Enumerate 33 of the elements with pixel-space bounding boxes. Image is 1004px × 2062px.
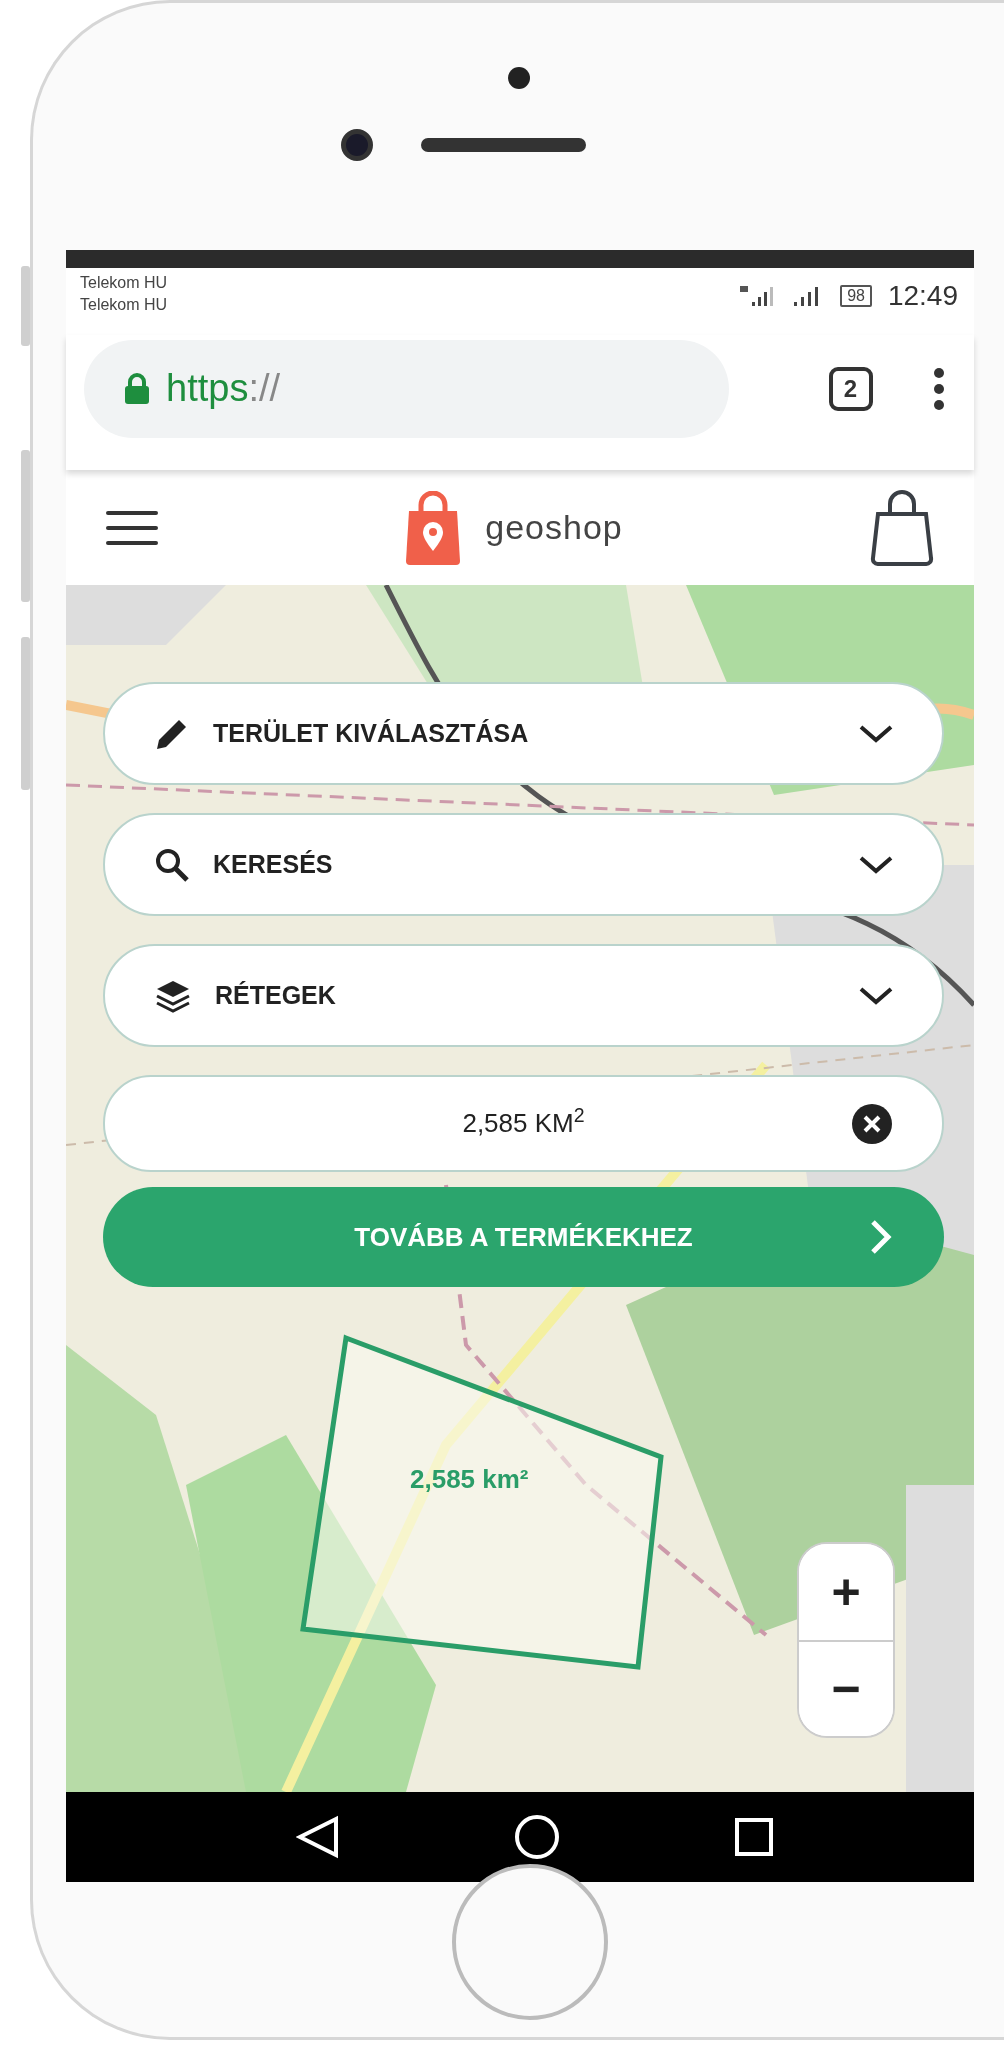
home-icon[interactable] bbox=[514, 1814, 560, 1860]
panel-label: KERESÉS bbox=[213, 848, 334, 880]
url-scheme: https bbox=[166, 367, 249, 409]
panel-label: RÉTEGEK bbox=[215, 979, 337, 1011]
recent-apps-icon[interactable] bbox=[734, 1817, 774, 1857]
clear-button[interactable] bbox=[852, 1103, 892, 1144]
carrier-name: Telekom HU bbox=[80, 273, 168, 293]
phone-sensor bbox=[507, 67, 530, 89]
phone-camera bbox=[341, 129, 373, 161]
area-label: 2,585 km² bbox=[410, 1463, 529, 1496]
dropdown-panel[interactable]: KERESÉS bbox=[103, 813, 944, 916]
search-icon bbox=[155, 847, 189, 882]
lock-icon bbox=[124, 372, 150, 405]
zoom-out-button[interactable]: − bbox=[799, 1640, 893, 1736]
dropdown-panel[interactable]: TERÜLET KIVÁLASZTÁSA bbox=[103, 682, 944, 785]
menu-icon[interactable] bbox=[106, 509, 158, 546]
back-icon[interactable] bbox=[296, 1815, 340, 1859]
layers-icon bbox=[155, 978, 191, 1013]
status-time: 12:49 bbox=[887, 278, 958, 313]
panel-label: TERÜLET KIVÁLASZTÁSA bbox=[213, 717, 530, 749]
logo-bag-pin-icon bbox=[405, 490, 462, 565]
more-menu-icon[interactable] bbox=[932, 366, 946, 411]
area-value: 2,585 KM$^{2}$ bbox=[462, 1104, 585, 1140]
carrier-name: Telekom HU bbox=[80, 295, 168, 315]
chevron-right-icon bbox=[870, 1219, 892, 1255]
brand-name: geoshop bbox=[485, 507, 623, 548]
shopping-bag-icon[interactable] bbox=[870, 489, 934, 566]
address-bar[interactable]: https:// bbox=[84, 339, 729, 438]
close-icon bbox=[852, 1103, 892, 1144]
tab-count-button[interactable]: 2 bbox=[828, 366, 873, 411]
battery-level: 98 bbox=[840, 284, 872, 307]
url-text: :// bbox=[248, 367, 281, 409]
dropdown-panel[interactable]: RÉTEGEK bbox=[103, 944, 944, 1047]
